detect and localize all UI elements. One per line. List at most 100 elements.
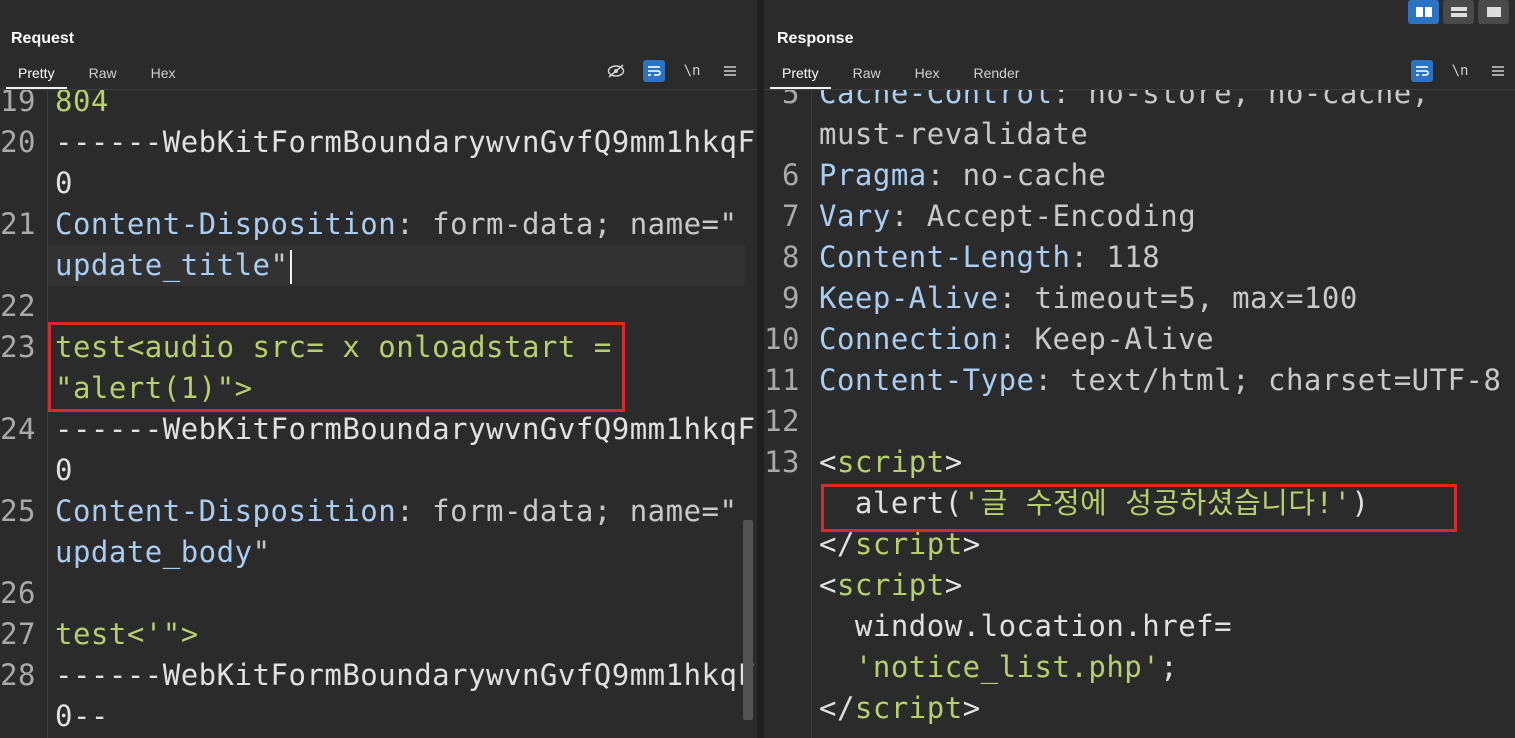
code-token: 0-- (55, 699, 109, 733)
code-token: must-revalidate (819, 117, 1089, 151)
request-scrollbar[interactable] (743, 520, 753, 720)
code-line[interactable]: 8 Content-Length: 118 (764, 237, 1515, 278)
code-token: update_title (55, 248, 271, 282)
code-text: must-revalidate (819, 114, 1088, 155)
highlight-box-payload (48, 322, 625, 412)
code-text: Cache-Control: no-store, no-cache, (819, 90, 1430, 114)
code-line[interactable]: 26 (0, 573, 757, 614)
single-pane-layout-icon[interactable] (1478, 0, 1509, 24)
line-number: 28 (0, 658, 36, 692)
response-title: Response (777, 30, 854, 47)
code-line[interactable]: 13 <script> (764, 442, 1515, 483)
code-token: script (854, 527, 963, 561)
line-number: 23 (0, 330, 36, 364)
code-line[interactable]: 10 Connection: Keep-Alive (764, 319, 1515, 360)
line-number: 20 (0, 125, 36, 159)
code-line[interactable]: 27 test<'"> (0, 614, 757, 655)
newline-icon[interactable]: \n (681, 60, 703, 82)
code-token: Keep-Alive (819, 281, 999, 315)
code-token: Content-Disposition (55, 494, 397, 528)
code-text: ------WebKitFormBoundarywvnGvfQ9mm1hkqF (55, 122, 755, 163)
code-text: update_body" (55, 532, 271, 573)
tab-raw[interactable]: Raw (77, 62, 129, 87)
stacked-layout-icon[interactable] (1443, 0, 1474, 24)
request-tabs: Pretty Raw Hex (6, 62, 198, 89)
code-line[interactable]: 0 (0, 163, 757, 204)
menu-icon[interactable] (1487, 60, 1509, 82)
text-caret (290, 250, 293, 284)
line-number: 27 (0, 617, 36, 651)
line-number: 26 (0, 576, 36, 610)
code-line[interactable]: <script> (764, 565, 1515, 606)
menu-icon[interactable] (719, 60, 741, 82)
code-text: window.location.href= (819, 606, 1232, 647)
code-token: 804 (55, 90, 109, 118)
code-token: : form-data; name=" (396, 494, 738, 528)
tab-raw[interactable]: Raw (841, 62, 893, 87)
word-wrap-icon[interactable] (643, 60, 665, 82)
code-token: script (836, 445, 945, 479)
code-text: 'notice_list.php'; (819, 647, 1178, 688)
code-line[interactable]: 25 Content-Disposition: form-data; name=" (0, 491, 757, 532)
code-line[interactable]: 12 (764, 401, 1515, 442)
code-line[interactable]: update_title" (0, 245, 757, 286)
code-line[interactable]: 7 Vary: Accept-Encoding (764, 196, 1515, 237)
code-token: > (962, 527, 981, 561)
code-token: > (962, 691, 981, 725)
code-line[interactable]: 6 Pragma: no-cache (764, 155, 1515, 196)
code-token: Pragma (819, 158, 927, 192)
tab-pretty[interactable]: Pretty (770, 62, 831, 89)
line-number: 22 (0, 289, 36, 323)
code-text: 0 (55, 163, 73, 204)
code-line[interactable]: 24 ------WebKitFormBoundarywvnGvfQ9mm1hkq… (0, 409, 757, 450)
code-token: : form-data; name=" (396, 207, 738, 241)
tab-pretty[interactable]: Pretty (6, 62, 67, 89)
code-line[interactable]: window.location.href= (764, 606, 1515, 647)
newline-icon[interactable]: \n (1449, 60, 1471, 82)
code-line[interactable]: 21 Content-Disposition: form-data; name=" (0, 204, 757, 245)
code-token: Vary (819, 199, 891, 233)
code-token: : no-store, no-cache, (1052, 90, 1430, 110)
tab-hex[interactable]: Hex (903, 62, 952, 87)
tab-render[interactable]: Render (962, 62, 1032, 87)
code-text: ------WebKitFormBoundarywvnGvfQ9mm1hkqF (55, 655, 755, 696)
code-line[interactable]: 11 Content-Type: text/html; charset=UTF-8 (764, 360, 1515, 401)
line-number: 24 (0, 412, 36, 446)
code-text: 0 (55, 450, 73, 491)
line-number: 25 (0, 494, 36, 528)
code-line[interactable]: 9 Keep-Alive: timeout=5, max=100 (764, 278, 1515, 319)
code-token: " (252, 535, 271, 569)
response-editor[interactable]: 5 Cache-Control: no-store, no-cache, must-… (764, 90, 1515, 738)
line-number: 8 (782, 240, 800, 274)
request-editor[interactable]: 19 804 20 ------WebKitFormBoundarywvnGvfQ9m… (0, 90, 757, 738)
code-line[interactable]: 19 804 (0, 90, 757, 122)
code-line[interactable]: 5 Cache-Control: no-store, no-cache, (764, 90, 1515, 114)
side-by-side-layout-icon[interactable] (1408, 0, 1439, 24)
code-token: 'notice_list.php' (819, 650, 1161, 684)
code-line[interactable]: 0-- (0, 696, 757, 737)
code-line[interactable]: 20 ------WebKitFormBoundarywvnGvfQ9mm1hkq… (0, 122, 757, 163)
code-text: Content-Disposition: form-data; name=" (55, 491, 737, 532)
code-line[interactable]: update_body" (0, 532, 757, 573)
request-toolbar: \n (605, 60, 741, 82)
code-text: <script> (819, 565, 963, 606)
code-token: ------WebKitFormBoundarywvnGvfQ9mm1hkqF (55, 412, 756, 446)
code-text: <script> (819, 442, 963, 483)
code-line[interactable]: 28 ------WebKitFormBoundarywvnGvfQ9mm1hkq… (0, 655, 757, 696)
tab-hex[interactable]: Hex (139, 62, 188, 87)
highlight-box-alert (821, 484, 1457, 532)
code-line[interactable]: </script> (764, 688, 1515, 729)
pane-divider[interactable] (757, 0, 764, 738)
request-title: Request (11, 30, 75, 47)
code-line[interactable]: 22 (0, 286, 757, 327)
word-wrap-icon[interactable] (1411, 60, 1433, 82)
code-text: Content-Type: text/html; charset=UTF-8 (819, 360, 1501, 401)
code-token: 0 (55, 166, 73, 200)
code-line[interactable]: 0 (0, 450, 757, 491)
code-text: 804 (55, 90, 109, 122)
code-token: </ (819, 527, 855, 561)
code-text: Content-Length: 118 (819, 237, 1160, 278)
code-line[interactable]: 'notice_list.php'; (764, 647, 1515, 688)
code-line[interactable]: must-revalidate (764, 114, 1515, 155)
hide-icon[interactable] (605, 60, 627, 82)
